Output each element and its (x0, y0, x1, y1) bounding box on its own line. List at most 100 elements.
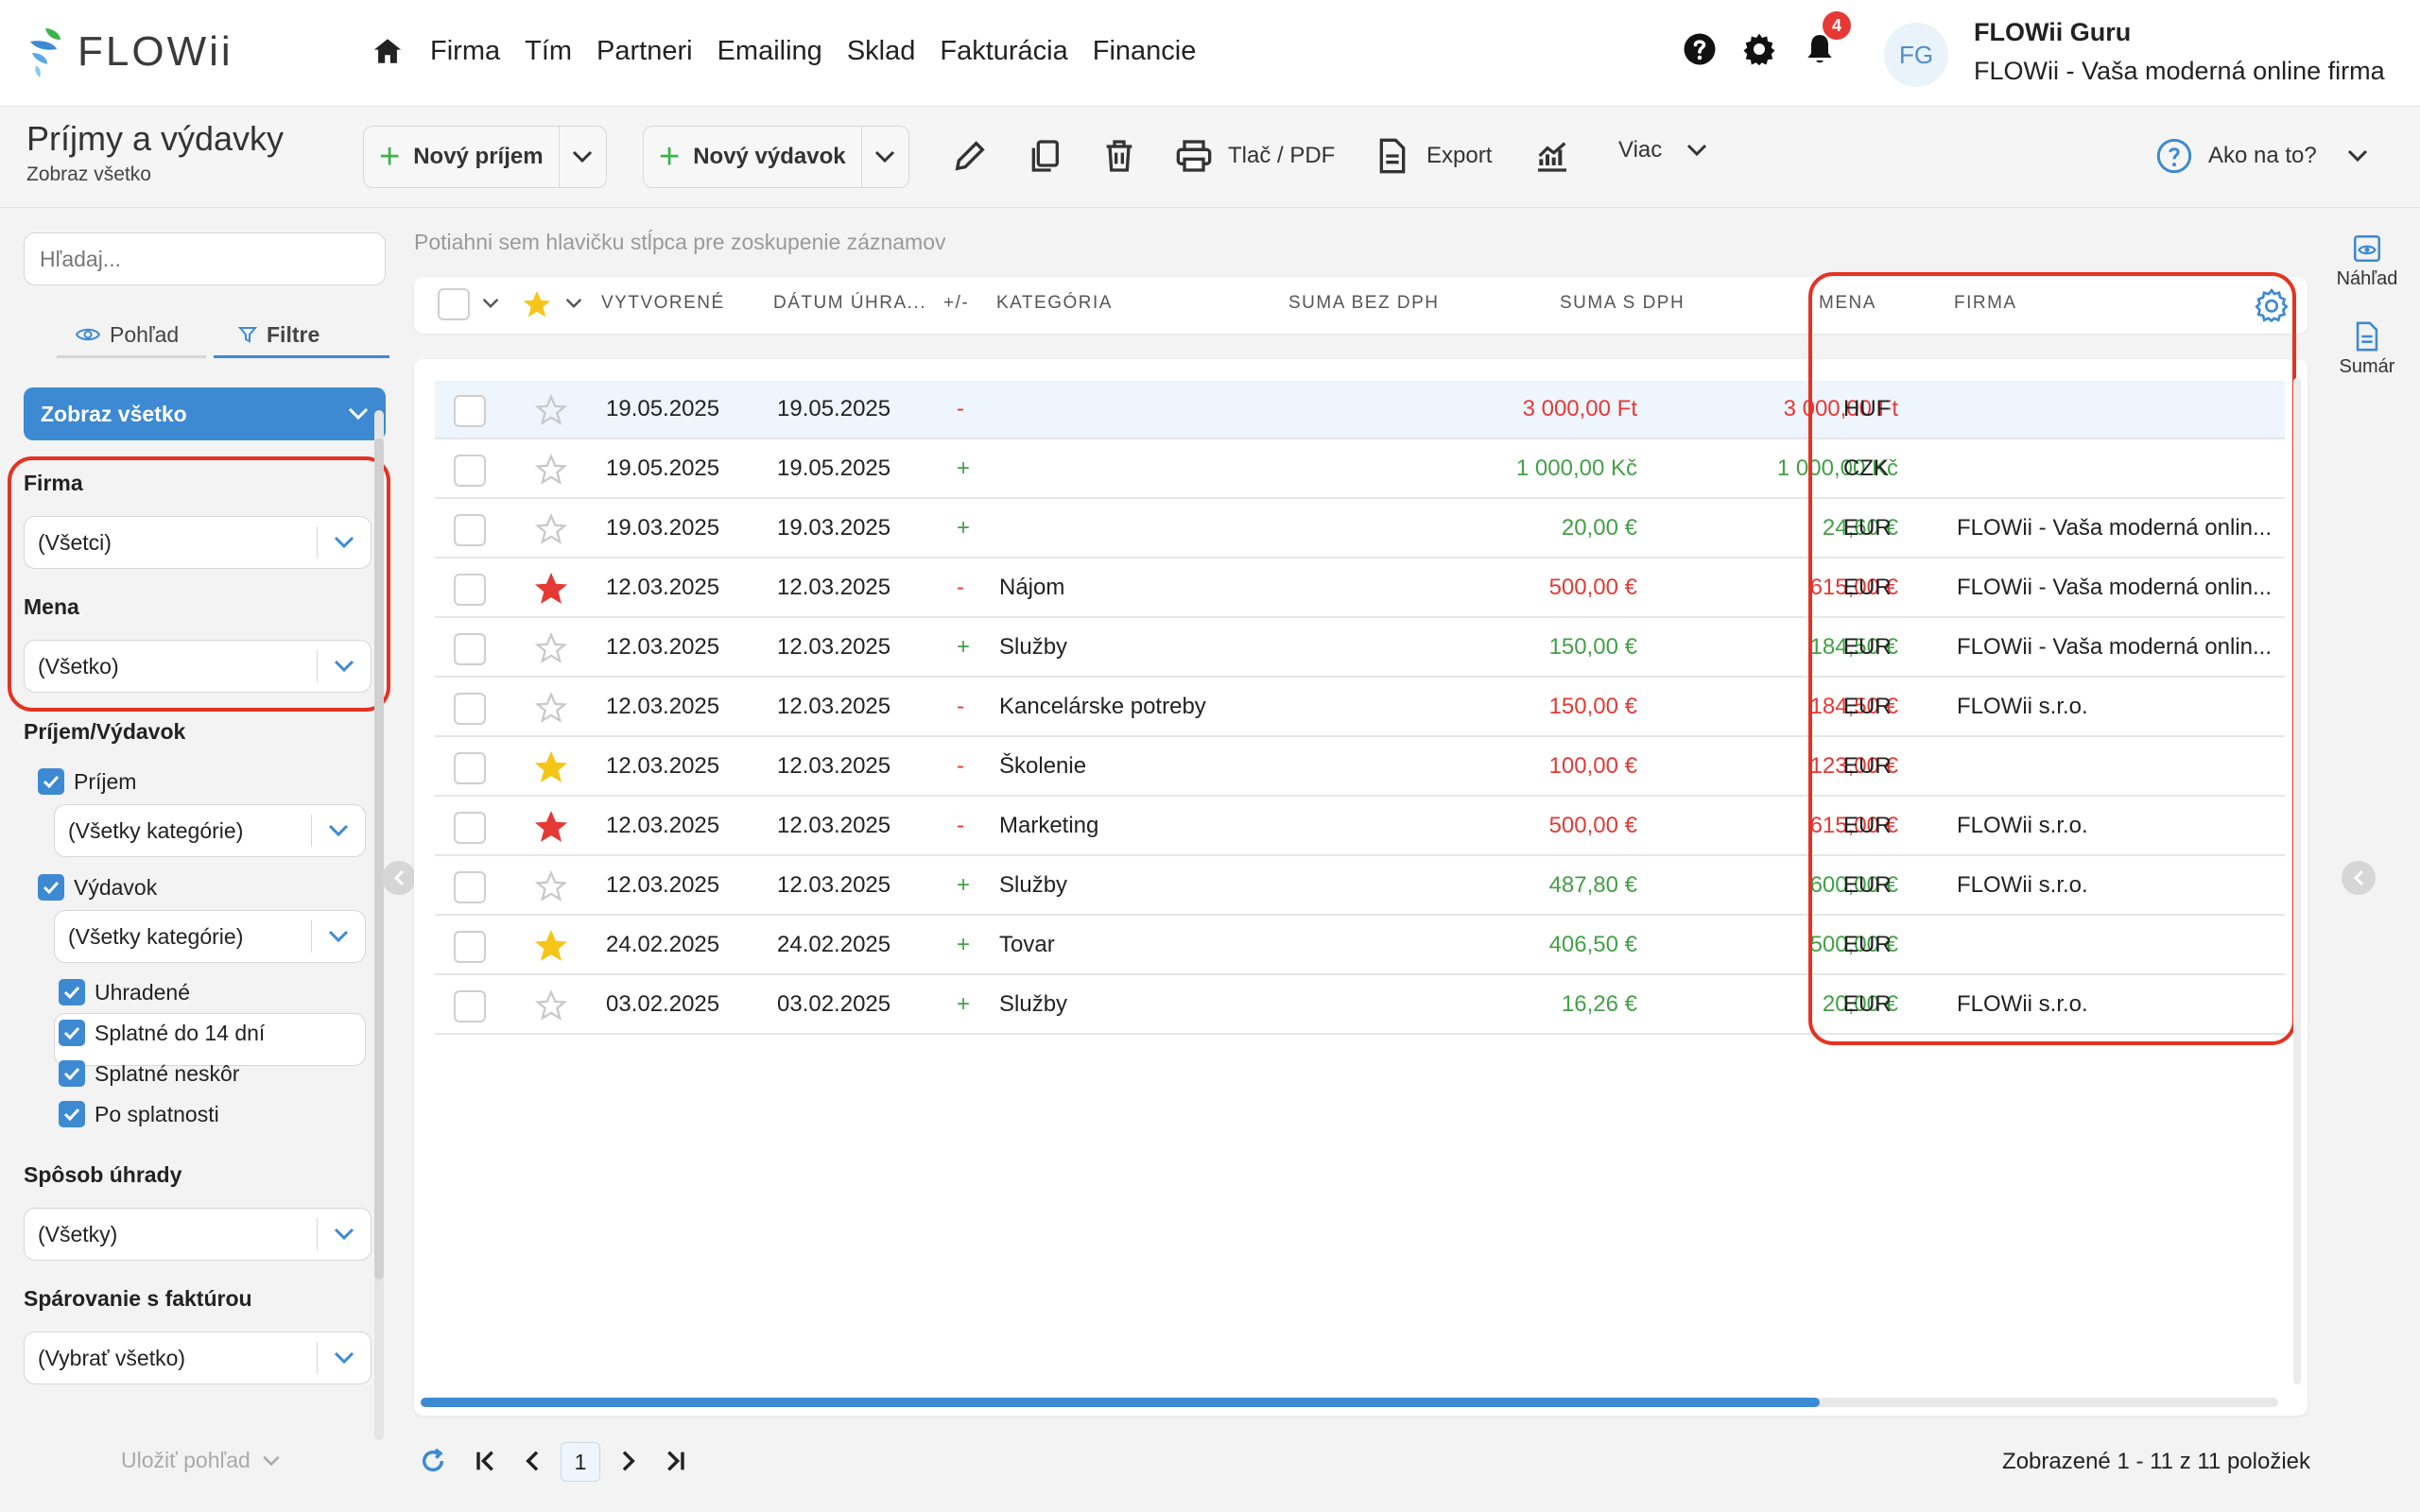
new-expense-dropdown[interactable] (860, 127, 908, 187)
favorite-star-icon[interactable] (535, 692, 567, 724)
payment-method-select[interactable]: (Všetky) (24, 1208, 372, 1261)
cell-payment-date: 12.03.2025 (777, 575, 891, 600)
row-checkbox[interactable] (454, 931, 486, 963)
status-due-later-checkbox[interactable]: Splatné neskôr (59, 1060, 239, 1087)
favorite-star-icon[interactable] (535, 811, 567, 843)
cell-net-amount: 487,80 € (1548, 872, 1637, 898)
expense-category-select[interactable]: (Všetky kategórie) (54, 910, 366, 963)
previous-page-icon[interactable] (518, 1446, 548, 1476)
delete-button[interactable] (1100, 137, 1138, 175)
column-net-amount[interactable]: SUMA BEZ DPH (1288, 293, 1439, 314)
logo-text: FLOWii (78, 28, 233, 75)
sidebar-scrollbar-thumb[interactable] (374, 438, 384, 1280)
cell-payment-date: 19.05.2025 (777, 396, 891, 421)
column-gross-amount[interactable]: SUMA S DPH (1560, 293, 1685, 314)
star-filter-icon[interactable] (521, 288, 553, 320)
row-checkbox[interactable] (454, 455, 486, 487)
row-checkbox[interactable] (454, 990, 486, 1022)
refresh-icon[interactable] (418, 1446, 448, 1476)
preview-panel-button[interactable]: Náhľad (2334, 232, 2400, 290)
row-checkbox[interactable] (454, 514, 486, 546)
save-view-button[interactable]: Uložiť pohľad (121, 1448, 281, 1473)
favorite-star-icon[interactable] (535, 870, 567, 902)
edit-button[interactable] (951, 137, 989, 175)
row-checkbox[interactable] (454, 574, 486, 606)
help-icon[interactable] (1683, 32, 1717, 66)
cell-payment-date: 19.03.2025 (777, 515, 891, 541)
favorite-star-icon[interactable] (535, 751, 567, 783)
nav-tim[interactable]: Tím (525, 36, 572, 67)
cell-created: 19.03.2025 (606, 515, 720, 541)
new-income-button[interactable]: + Nový príjem (364, 127, 559, 187)
cell-payment-date: 12.03.2025 (777, 813, 891, 838)
cell-created: 12.03.2025 (606, 634, 720, 660)
new-income-split-button: + Nový príjem (363, 126, 607, 188)
income-checkbox[interactable]: Príjem (38, 768, 136, 795)
column-sign[interactable]: +/- (943, 293, 969, 314)
status-paid-checkbox[interactable]: Uhradené (59, 979, 190, 1005)
row-checkbox[interactable] (454, 812, 486, 844)
favorite-star-icon[interactable] (535, 989, 567, 1022)
next-page-icon[interactable] (613, 1446, 643, 1476)
new-expense-button[interactable]: + Nový výdavok (644, 127, 861, 187)
favorite-star-icon[interactable] (535, 632, 567, 664)
summary-panel-button[interactable]: Sumár (2334, 320, 2400, 378)
chart-button[interactable] (1533, 137, 1571, 175)
logo[interactable]: FLOWii (25, 25, 233, 79)
row-checkbox[interactable] (454, 395, 486, 427)
row-checkbox[interactable] (454, 752, 486, 784)
select-all-checkbox[interactable] (438, 288, 470, 320)
avatar[interactable]: FG (1884, 23, 1948, 87)
show-all-dropdown[interactable]: Zobraz všetko (24, 387, 386, 440)
first-page-icon[interactable] (471, 1446, 501, 1476)
search-input[interactable] (24, 232, 386, 285)
chevron-down-icon (573, 150, 593, 163)
favorite-star-icon[interactable] (535, 394, 567, 426)
export-button[interactable]: Export (1374, 137, 1492, 175)
favorite-star-icon[interactable] (535, 930, 567, 962)
row-checkbox[interactable] (454, 693, 486, 725)
column-created[interactable]: VYTVORENÉ (601, 293, 725, 314)
cell-created: 12.03.2025 (606, 813, 720, 838)
sidebar-scrollbar[interactable] (374, 410, 384, 1440)
nav-partneri[interactable]: Partneri (596, 36, 693, 67)
grid-horizontal-scrollbar[interactable] (421, 1398, 2278, 1407)
help-how-to-button[interactable]: Ako na to? (2155, 137, 2368, 175)
row-checkbox[interactable] (454, 871, 486, 903)
nav-firma[interactable]: Firma (430, 36, 500, 67)
favorite-star-icon[interactable] (535, 573, 567, 605)
tab-view[interactable]: Pohľad (76, 316, 179, 353)
favorite-star-icon[interactable] (535, 513, 567, 545)
cell-category: Marketing (999, 813, 1099, 838)
nav-fakturacia[interactable]: Fakturácia (940, 36, 1067, 67)
copy-button[interactable] (1026, 137, 1063, 175)
home-icon[interactable] (372, 35, 404, 67)
cell-net-amount: 500,00 € (1548, 813, 1637, 838)
row-checkbox[interactable] (454, 633, 486, 665)
last-page-icon[interactable] (660, 1446, 690, 1476)
collapse-right-panel-button[interactable] (2342, 861, 2376, 895)
income-category-select[interactable]: (Všetky kategórie) (54, 804, 366, 857)
settings-gear-icon[interactable] (1742, 32, 1776, 66)
current-page-button[interactable]: 1 (561, 1442, 600, 1482)
new-expense-split-button: + Nový výdavok (643, 126, 909, 188)
collapse-sidebar-button[interactable] (382, 861, 416, 895)
nav-emailing[interactable]: Emailing (717, 36, 822, 67)
more-button[interactable]: Viac (1618, 137, 1707, 163)
invoice-pairing-select[interactable]: (Vybrať všetko) (24, 1332, 372, 1384)
tab-filters[interactable]: Filtre (238, 316, 320, 353)
grid-vertical-scrollbar[interactable] (2293, 378, 2301, 1384)
favorite-star-icon[interactable] (535, 454, 567, 486)
grid-horizontal-scrollbar-thumb[interactable] (421, 1398, 1820, 1407)
new-income-dropdown[interactable] (558, 127, 606, 187)
expense-checkbox[interactable]: Výdavok (38, 874, 157, 901)
status-due-14-checkbox[interactable]: Splatné do 14 dní (59, 1020, 265, 1046)
nav-sklad[interactable]: Sklad (847, 36, 916, 67)
column-payment-date[interactable]: DÁTUM ÚHRA... (773, 293, 926, 314)
print-pdf-button[interactable]: Tlač / PDF (1175, 137, 1335, 175)
status-overdue-checkbox[interactable]: Po splatnosti (59, 1101, 219, 1127)
chevron-down-icon[interactable] (565, 298, 582, 309)
nav-financie[interactable]: Financie (1093, 36, 1197, 67)
column-category[interactable]: KATEGÓRIA (996, 293, 1113, 314)
chevron-down-icon[interactable] (482, 298, 499, 309)
